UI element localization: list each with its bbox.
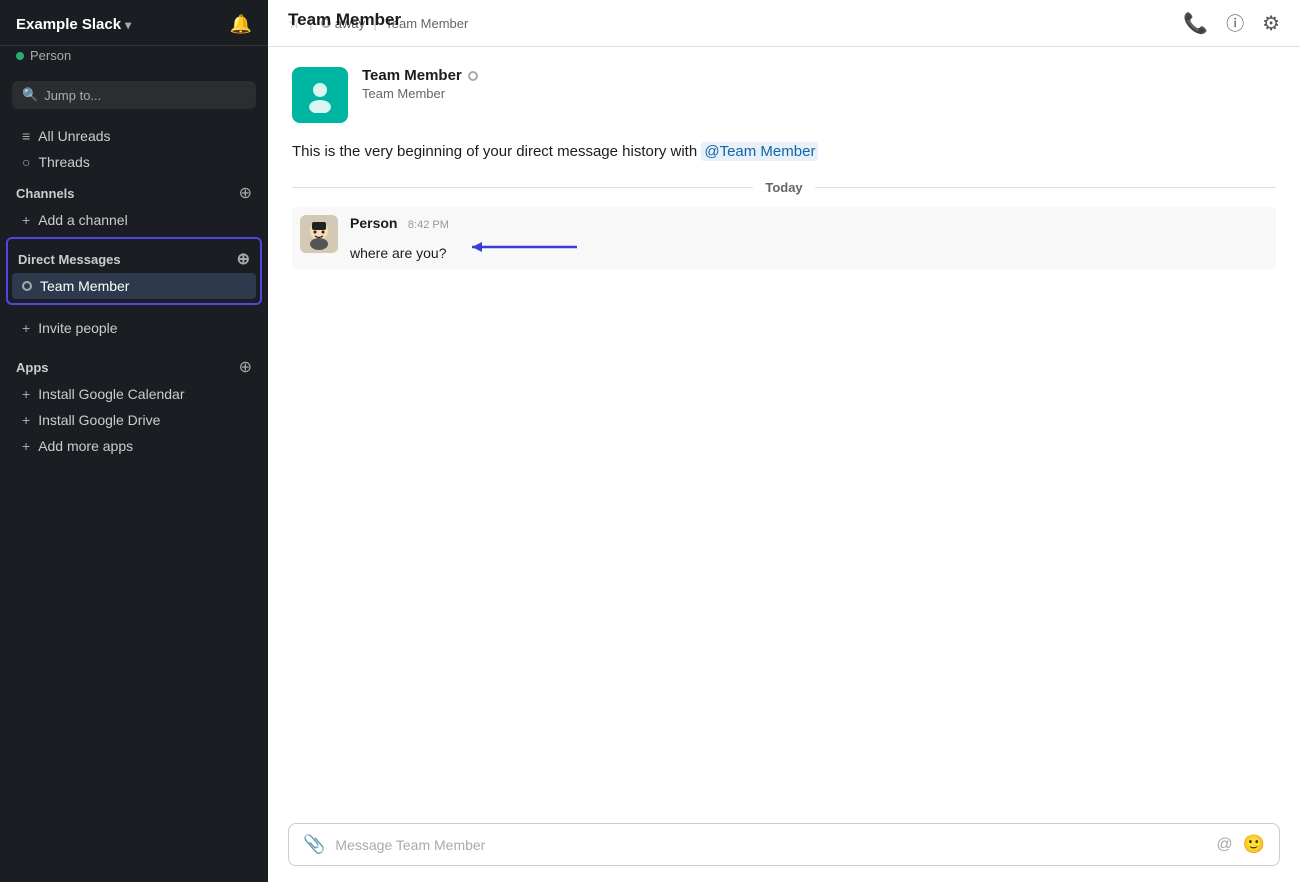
intro-avatar: [292, 67, 348, 123]
all-unreads-icon: ≡: [22, 128, 30, 144]
chat-title-wrap: Team Member: [288, 10, 401, 30]
sidebar-header: Example Slack ▾ 🔔: [0, 0, 268, 46]
phone-icon[interactable]: 📞: [1183, 11, 1208, 36]
chat-input[interactable]: Message Team Member: [335, 837, 1206, 853]
message-content: Person 8:42 PM where are you?: [350, 215, 1268, 261]
user-status: Person: [0, 46, 268, 73]
add-app-icon[interactable]: ⊕: [239, 357, 252, 377]
add-dm-icon[interactable]: ⊕: [237, 249, 250, 269]
direct-messages-section: Direct Messages ⊕ Team Member: [6, 237, 262, 305]
message-sender: Person: [350, 215, 397, 231]
add-channel-label: Add a channel: [38, 212, 128, 228]
message-text: where are you?: [350, 236, 1268, 261]
intro-away-icon: [468, 71, 478, 81]
arrow-annotation: [462, 236, 582, 261]
sidebar-item-google-drive[interactable]: + Install Google Drive: [6, 407, 262, 433]
chat-body: Team Member Team Member This is the very…: [268, 47, 1300, 813]
sidebar-item-add-channel[interactable]: + Add a channel: [6, 207, 262, 233]
intro-subtitle: Team Member: [362, 86, 478, 101]
intro-username: Team Member: [362, 67, 478, 84]
all-unreads-label: All Unreads: [38, 128, 110, 144]
emoji-input-icon[interactable]: 🙂: [1243, 834, 1265, 855]
team-member-label: Team Member: [40, 278, 129, 294]
user-intro: Team Member Team Member: [292, 67, 1276, 123]
attach-icon[interactable]: 📎: [303, 834, 325, 855]
message-avatar: [300, 215, 338, 253]
invite-plus-icon: +: [22, 320, 30, 336]
mention-tag[interactable]: @Team Member: [701, 142, 818, 161]
more-apps-label: Add more apps: [38, 438, 133, 454]
intro-paragraph: This is the very beginning of your direc…: [292, 143, 1276, 160]
add-channel-icon[interactable]: ⊕: [239, 183, 252, 203]
chat-header-actions: 📞 ⓘ ⚙: [1183, 10, 1280, 36]
chat-input-box: 📎 Message Team Member @ 🙂: [288, 823, 1280, 866]
at-icon[interactable]: @: [1216, 836, 1232, 854]
threads-label: Threads: [38, 154, 89, 170]
apps-section-header[interactable]: Apps ⊕: [0, 349, 268, 381]
team-member-status-icon: [22, 281, 32, 291]
search-box[interactable]: 🔍 Jump to...: [12, 81, 256, 109]
google-calendar-plus: +: [22, 386, 30, 402]
sidebar-item-invite-people[interactable]: + Invite people: [6, 315, 262, 341]
messages-area: Person 8:42 PM where are you?: [292, 207, 1276, 279]
workspace-chevron: ▾: [125, 18, 131, 32]
channels-section-header[interactable]: Channels ⊕: [0, 175, 268, 207]
settings-icon[interactable]: ⚙: [1262, 11, 1280, 36]
sidebar: Example Slack ▾ 🔔 Person 🔍 Jump to... ≡ …: [0, 0, 268, 882]
info-icon[interactable]: ⓘ: [1226, 10, 1244, 36]
google-calendar-label: Install Google Calendar: [38, 386, 184, 402]
workspace-title: Example Slack: [16, 16, 121, 33]
user-name: Person: [30, 48, 71, 63]
channels-section-title: Channels: [16, 186, 75, 201]
chat-input-area: 📎 Message Team Member @ 🙂: [268, 813, 1300, 882]
main-panel: ☆ | away | Team Member Team Member 📞 ⓘ ⚙: [268, 0, 1300, 882]
message-row: Person 8:42 PM where are you?: [292, 207, 1276, 269]
sidebar-item-team-member[interactable]: Team Member: [12, 273, 256, 299]
sidebar-item-all-unreads[interactable]: ≡ All Unreads: [6, 123, 262, 149]
google-drive-label: Install Google Drive: [38, 412, 160, 428]
dm-section-title: Direct Messages: [18, 252, 121, 267]
bell-icon[interactable]: 🔔: [230, 14, 252, 35]
intro-text-block: Team Member Team Member: [362, 67, 478, 101]
apps-section-title: Apps: [16, 360, 49, 375]
workspace-name[interactable]: Example Slack ▾: [16, 16, 131, 33]
message-time: 8:42 PM: [408, 219, 449, 231]
online-status-dot: [16, 52, 24, 60]
search-icon: 🔍: [22, 87, 38, 103]
search-label: Jump to...: [44, 88, 101, 103]
add-channel-plus: +: [22, 212, 30, 228]
threads-icon: ○: [22, 154, 30, 170]
dm-section-header[interactable]: Direct Messages ⊕: [8, 243, 260, 273]
more-apps-plus: +: [22, 438, 30, 454]
chat-title: Team Member: [288, 10, 401, 29]
sidebar-item-threads[interactable]: ○ Threads: [6, 149, 262, 175]
sidebar-item-google-calendar[interactable]: + Install Google Calendar: [6, 381, 262, 407]
date-divider: Today: [292, 180, 1276, 195]
google-drive-plus: +: [22, 412, 30, 428]
chat-header: ☆ | away | Team Member Team Member 📞 ⓘ ⚙: [268, 0, 1300, 47]
sidebar-item-more-apps[interactable]: + Add more apps: [6, 433, 262, 459]
invite-people-label: Invite people: [38, 320, 117, 336]
